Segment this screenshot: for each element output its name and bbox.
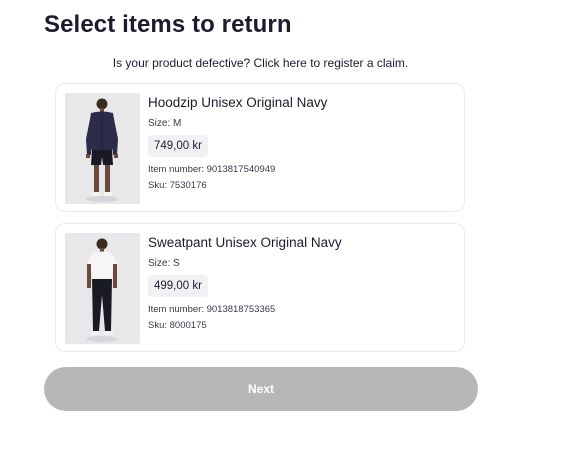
return-item-card[interactable]: Sweatpant Unisex Original Navy Size: S 4…: [55, 223, 465, 352]
sku: Sku: 8000175: [148, 320, 207, 331]
page-title: Select items to return: [44, 11, 292, 38]
item-number: Item number: 9013817540949: [148, 164, 276, 175]
product-size: Size: M: [148, 118, 182, 129]
product-image-hoodie: [65, 93, 140, 204]
return-item-card[interactable]: Hoodzip Unisex Original Navy Size: M 749…: [55, 83, 465, 212]
register-claim-link[interactable]: Is your product defective? Click here to…: [0, 56, 521, 70]
price-badge: 499,00 kr: [148, 275, 208, 297]
item-number: Item number: 9013818753365: [148, 304, 276, 315]
product-image-sweatpant: [65, 233, 140, 344]
next-button[interactable]: Next: [44, 367, 478, 411]
product-name: Sweatpant Unisex Original Navy: [148, 235, 342, 250]
sku: Sku: 7530176: [148, 180, 207, 191]
product-name: Hoodzip Unisex Original Navy: [148, 95, 328, 110]
price-badge: 749,00 kr: [148, 135, 208, 157]
product-size: Size: S: [148, 258, 180, 269]
